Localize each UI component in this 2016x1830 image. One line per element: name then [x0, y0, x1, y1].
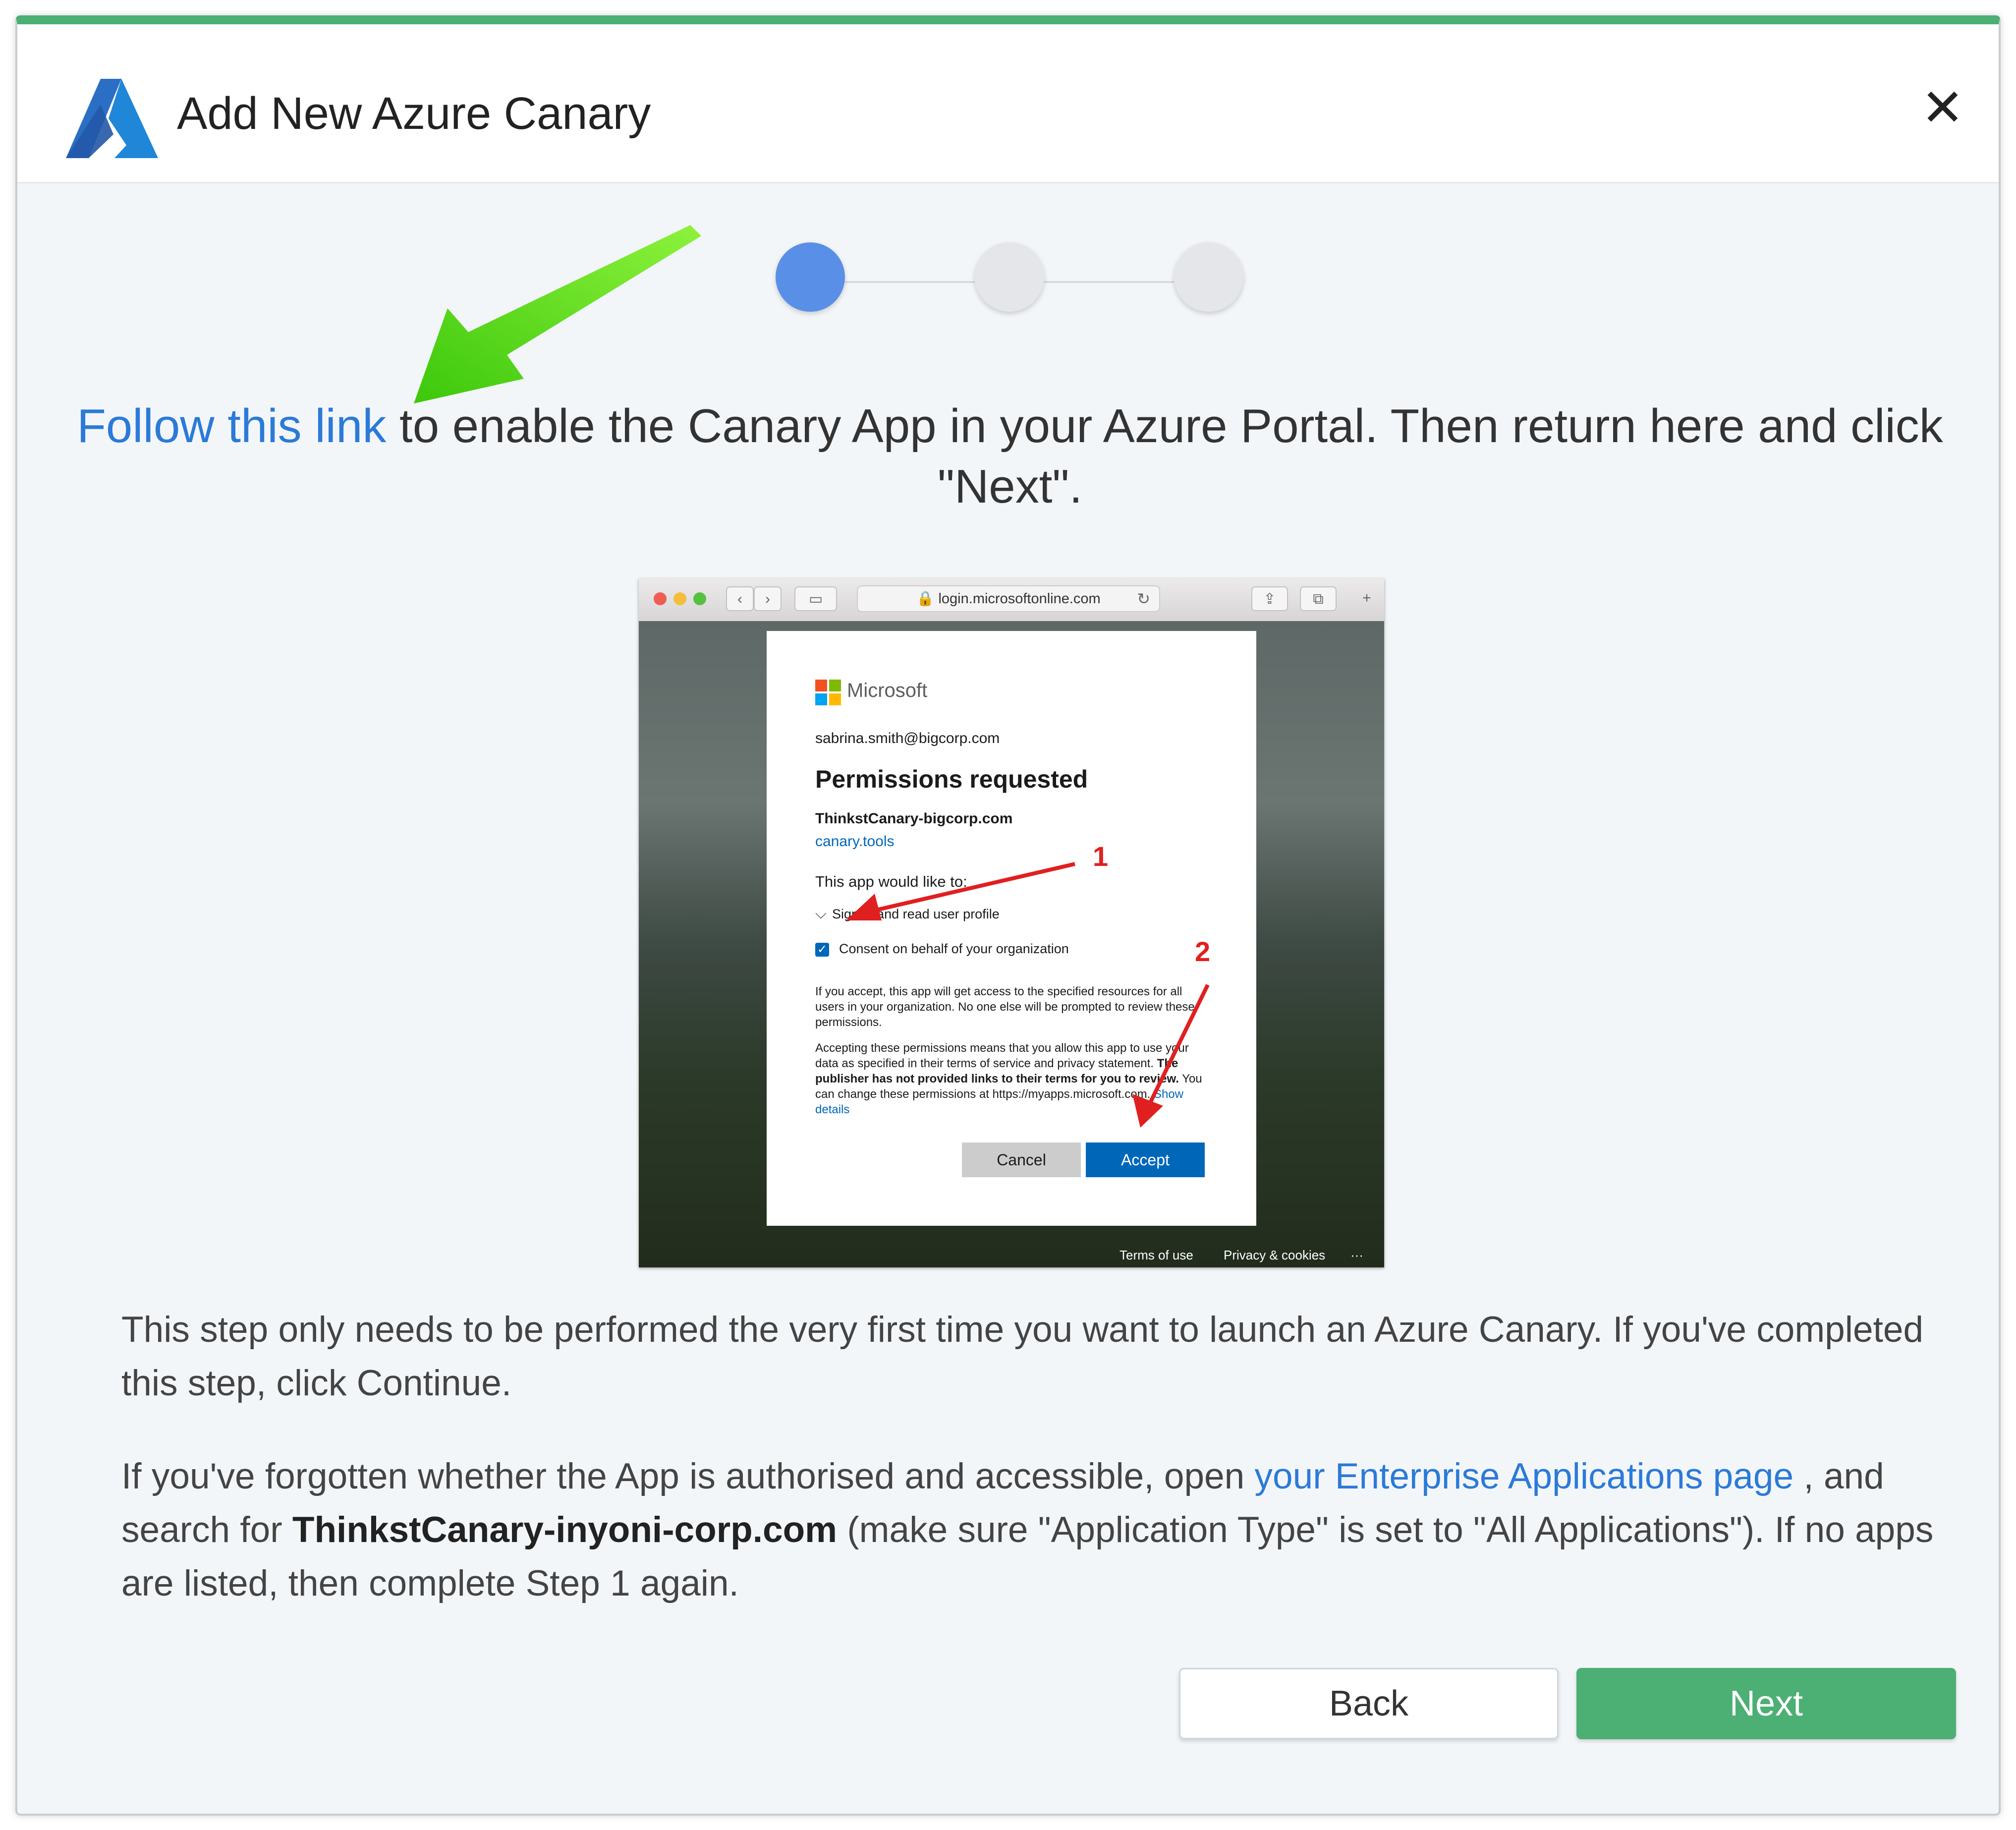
step-1-dot: [776, 242, 845, 312]
para2-text-a: If you've forgotten whether the App is a…: [121, 1456, 1255, 1496]
add-azure-canary-modal: Add New Azure Canary ✕ Follow this link …: [15, 15, 2001, 1816]
close-icon[interactable]: ✕: [1920, 82, 1965, 134]
modal-title: Add New Azure Canary: [177, 88, 651, 139]
next-button[interactable]: Next: [1576, 1668, 1956, 1739]
consent-screenshot: ‹ › ▭ 🔒 login.microsoftonline.com ↻ ⇪ ⧉ …: [639, 578, 1384, 1267]
instruction-text: Follow this link to enable the Canary Ap…: [67, 396, 1953, 517]
instruction-rest: to enable the Canary App in your Azure P…: [386, 400, 1943, 513]
step-3-dot: [1174, 242, 1243, 312]
info-paragraph-1: This step only needs to be performed the…: [121, 1310, 1924, 1403]
app-name-bold: ThinkstCanary-inyoni-corp.com: [292, 1510, 838, 1550]
step-2-dot: [975, 242, 1044, 312]
annotation-1: 1: [1093, 841, 1108, 872]
step-connector: [1044, 281, 1174, 283]
step-connector: [845, 281, 975, 283]
green-arrow-icon: [414, 225, 701, 403]
annotation-2: 2: [1195, 936, 1210, 967]
step-indicator: [776, 242, 1256, 322]
azure-logo-icon: [66, 79, 158, 158]
red-annotation-arrows-icon: 1 2: [846, 841, 1210, 1128]
follow-link[interactable]: Follow this link: [77, 400, 386, 453]
enterprise-apps-link[interactable]: your Enterprise Applications page: [1255, 1456, 1794, 1496]
modal-header: Add New Azure Canary ✕: [17, 24, 1999, 183]
back-button[interactable]: Back: [1179, 1668, 1559, 1739]
info-paragraph-2: If you've forgotten whether the App is a…: [121, 1450, 1955, 1610]
